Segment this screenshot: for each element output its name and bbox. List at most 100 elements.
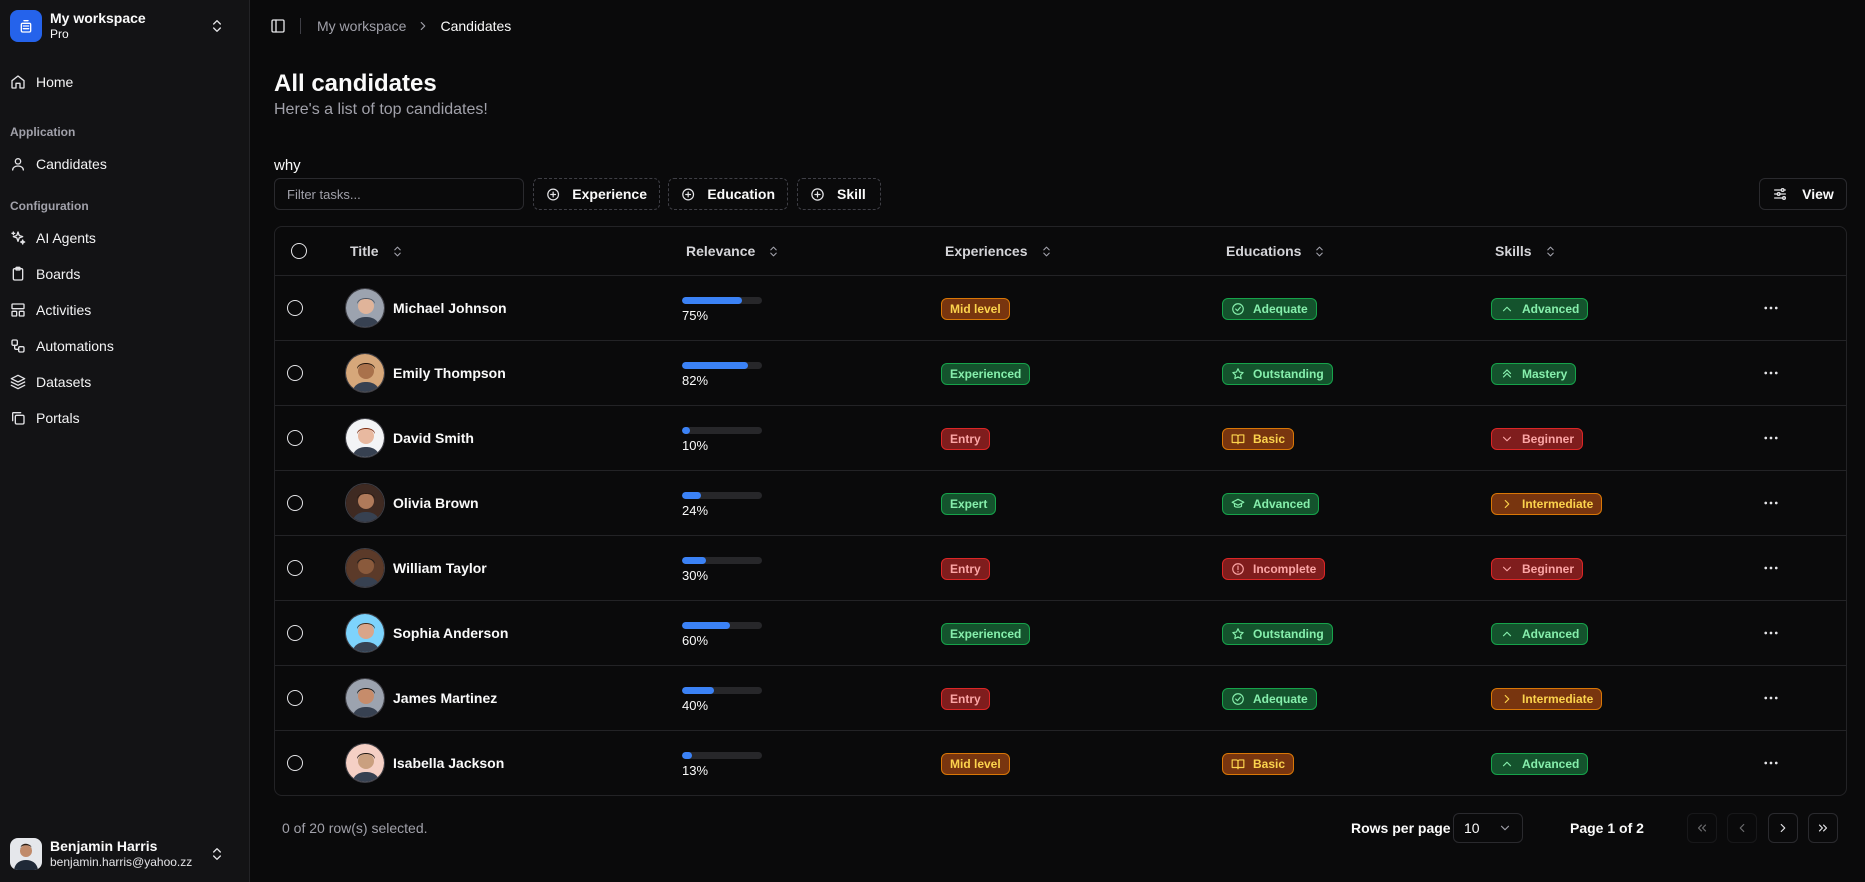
skill-badge: Intermediate (1491, 688, 1603, 710)
row-checkbox[interactable] (287, 300, 303, 316)
skill-badge: Mastery (1491, 363, 1577, 385)
table-row[interactable]: William Taylor 30% Entry Incomplete Begi… (275, 536, 1846, 601)
sidebar-item-label: Automations (36, 338, 114, 354)
candidate-name[interactable]: Sophia Anderson (393, 625, 508, 641)
user-email: benjamin.harris@yahoo.zz (50, 855, 193, 869)
sidebar-item-ai-agents[interactable]: AI Agents (0, 220, 249, 256)
home-icon (11, 75, 25, 89)
sparkles-icon (11, 231, 26, 245)
row-checkbox[interactable] (287, 690, 303, 706)
more-actions-icon[interactable] (1762, 495, 1780, 511)
sidebar-item-candidates[interactable]: Candidates (0, 146, 249, 182)
filter-skill-button[interactable]: Skill (797, 178, 881, 210)
candidate-name[interactable]: Olivia Brown (393, 495, 479, 511)
select-all-checkbox[interactable] (291, 243, 307, 259)
previous-page-button[interactable] (1727, 813, 1757, 843)
more-actions-icon[interactable] (1762, 430, 1780, 446)
row-checkbox[interactable] (287, 365, 303, 381)
sidebar-item-activities[interactable]: Activities (0, 292, 249, 328)
candidate-name[interactable]: Michael Johnson (393, 300, 507, 316)
workspace-name: My workspace (50, 10, 146, 26)
last-page-button[interactable] (1808, 813, 1838, 843)
rows-per-page-select[interactable]: 10 (1453, 813, 1523, 843)
sidebar-item-portals[interactable]: Portals (0, 400, 249, 436)
row-checkbox[interactable] (287, 560, 303, 576)
avatar (345, 743, 385, 783)
table-row[interactable]: Olivia Brown 24% Expert Advanced Interme… (275, 471, 1846, 536)
candidate-name[interactable]: Emily Thompson (393, 365, 506, 381)
more-actions-icon[interactable] (1762, 560, 1780, 576)
sort-icon (1316, 246, 1324, 256)
sidebar-item-label: Home (36, 74, 74, 90)
experience-badge: Entry (941, 688, 990, 710)
row-checkbox[interactable] (287, 755, 303, 771)
more-actions-icon[interactable] (1762, 755, 1780, 771)
sidebar-item-automations[interactable]: Automations (0, 328, 249, 364)
check-circle-icon (1232, 693, 1244, 705)
next-page-button[interactable] (1768, 813, 1798, 843)
relevance-cell: 40% (682, 687, 762, 713)
first-page-button[interactable] (1687, 813, 1717, 843)
more-actions-icon[interactable] (1762, 690, 1780, 706)
filter-input[interactable] (274, 178, 524, 210)
chevron-up-icon (1502, 761, 1512, 767)
row-checkbox[interactable] (287, 495, 303, 511)
chevron-left-icon (1739, 823, 1745, 833)
sidebar-item-datasets[interactable]: Datasets (0, 364, 249, 400)
chevron-right-icon (1504, 694, 1510, 704)
clipboard-icon (12, 266, 24, 281)
badge-label: Advanced (1522, 302, 1580, 316)
badge-label: Intermediate (1522, 692, 1594, 706)
row-checkbox[interactable] (287, 625, 303, 641)
candidate-name[interactable]: David Smith (393, 430, 474, 446)
table-row[interactable]: Isabella Jackson 13% Mid level Basic Adv… (275, 731, 1846, 795)
relevance-progress-fill (682, 622, 730, 629)
relevance-cell: 24% (682, 492, 762, 518)
skill-badge: Beginner (1491, 428, 1584, 450)
row-checkbox[interactable] (287, 430, 303, 446)
column-header-educations[interactable]: Educations (1226, 227, 1326, 275)
sidebar-item-boards[interactable]: Boards (0, 256, 249, 292)
education-badge: Basic (1222, 753, 1295, 775)
layers-icon (10, 374, 26, 390)
page-title: All candidates (274, 70, 437, 97)
badge-label: Mid level (950, 757, 1001, 771)
education-badge: Adequate (1222, 298, 1317, 320)
more-actions-icon[interactable] (1762, 300, 1780, 316)
chevron-right-icon (1780, 823, 1786, 833)
relevance-progress-bar (682, 752, 762, 759)
table-row[interactable]: James Martinez 40% Entry Adequate Interm… (275, 666, 1846, 731)
chevrons-up-down-icon (213, 848, 221, 860)
plus-circle-icon (547, 188, 560, 200)
table-row[interactable]: Sophia Anderson 60% Experienced Outstand… (275, 601, 1846, 666)
column-label: Title (350, 243, 379, 259)
relevance-progress-bar (682, 297, 762, 304)
table-row[interactable]: Michael Johnson 75% Mid level Adequate A… (275, 276, 1846, 341)
candidate-cell: James Martinez (345, 678, 497, 718)
sidebar-toggle-icon[interactable] (270, 18, 286, 34)
table-row[interactable]: Emily Thompson 82% Experienced Outstandi… (275, 341, 1846, 406)
filter-education-button[interactable]: Education (668, 178, 788, 210)
sidebar-item-home[interactable]: Home (0, 64, 249, 100)
view-options-button[interactable]: View (1759, 178, 1847, 210)
candidate-cell: David Smith (345, 418, 474, 458)
more-actions-icon[interactable] (1762, 365, 1780, 381)
chevron-right-icon (1504, 499, 1510, 509)
candidate-cell: Isabella Jackson (345, 743, 504, 783)
column-header-title[interactable]: Title (350, 227, 404, 275)
page-note: why (274, 157, 301, 174)
candidate-name[interactable]: William Taylor (393, 560, 487, 576)
column-header-relevance[interactable]: Relevance (686, 227, 780, 275)
column-header-skills[interactable]: Skills (1495, 227, 1557, 275)
candidates-table: Title Relevance Experiences Educations S… (274, 226, 1847, 796)
filter-experience-button[interactable]: Experience (533, 178, 660, 210)
user-menu[interactable]: Benjamin Harris benjamin.harris@yahoo.zz (0, 826, 249, 882)
more-actions-icon[interactable] (1762, 625, 1780, 641)
workspace-switcher[interactable]: My workspace Pro (0, 0, 249, 52)
candidate-name[interactable]: James Martinez (393, 690, 497, 706)
column-header-experiences[interactable]: Experiences (945, 227, 1053, 275)
breadcrumb-root[interactable]: My workspace (317, 18, 406, 34)
relevance-progress-fill (682, 752, 693, 759)
candidate-name[interactable]: Isabella Jackson (393, 755, 504, 771)
table-row[interactable]: David Smith 10% Entry Basic Beginner (275, 406, 1846, 471)
